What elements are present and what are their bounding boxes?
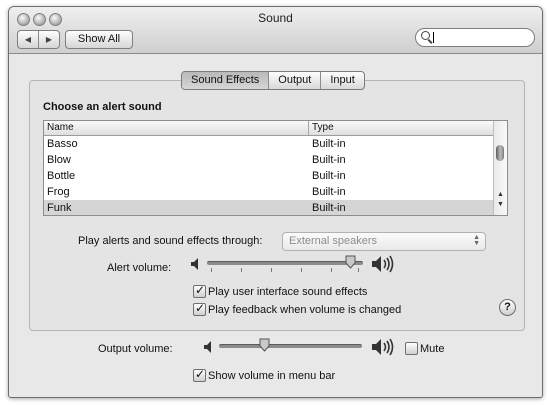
window-title: Sound: [258, 11, 293, 25]
table-row-selected[interactable]: Funk Built-in: [44, 200, 493, 215]
alert-sound-table[interactable]: Name Type Basso Built-in Blow Built-in B…: [43, 120, 508, 216]
sound-type: Built-in: [312, 186, 346, 198]
sound-type: Built-in: [312, 170, 346, 182]
feedback-checkbox[interactable]: [193, 301, 206, 316]
tab-output[interactable]: Output: [268, 72, 320, 89]
sound-name: Funk: [47, 202, 72, 214]
alert-volume-knob[interactable]: [345, 255, 356, 269]
vertical-scrollbar[interactable]: ▲ ▼: [493, 121, 507, 215]
sound-preferences-window: Sound ◀ ▶ Show All Sound Effects Output …: [8, 6, 543, 398]
scroll-up-icon[interactable]: ▲: [497, 191, 504, 199]
show-volume-menubar-checkbox[interactable]: [193, 367, 206, 382]
table-row[interactable]: Frog Built-in: [44, 184, 493, 200]
sound-name: Bottle: [47, 170, 76, 182]
back-forward-control: ◀ ▶: [17, 30, 60, 49]
play-through-popup[interactable]: External speakers ▲ ▼: [282, 232, 486, 251]
forward-button[interactable]: ▶: [39, 31, 59, 48]
back-button[interactable]: ◀: [18, 31, 39, 48]
column-header-type[interactable]: Type: [312, 122, 334, 133]
speaker-quiet-icon: [191, 258, 198, 270]
sound-name: Blow: [47, 154, 71, 166]
output-volume-knob[interactable]: [259, 338, 270, 352]
sound-type: Built-in: [312, 202, 346, 214]
tab-sound-effects[interactable]: Sound Effects: [182, 72, 269, 89]
column-divider: [308, 121, 309, 135]
left-arrow-icon: ◀: [24, 35, 32, 44]
feedback-label: Play feedback when volume is changed: [208, 304, 402, 316]
play-through-value: External speakers: [289, 235, 378, 247]
sound-type: Built-in: [312, 138, 346, 150]
speaker-loud-icon: [372, 255, 394, 273]
scroll-down-icon[interactable]: ▼: [497, 201, 504, 209]
tab-bar: Sound Effects Output Input: [181, 71, 365, 90]
speaker-loud-icon: [372, 338, 394, 356]
speaker-quiet-icon: [204, 341, 211, 353]
sound-name: Basso: [47, 138, 78, 150]
ui-sounds-checkbox[interactable]: [193, 283, 206, 298]
text-cursor: [433, 32, 434, 43]
table-row[interactable]: Bottle Built-in: [44, 168, 493, 184]
alert-sound-heading: Choose an alert sound: [43, 101, 162, 113]
right-arrow-icon: ▶: [45, 35, 53, 44]
title-bar: Sound ◀ ▶ Show All: [9, 7, 542, 54]
alert-volume-label: Alert volume:: [107, 262, 172, 274]
table-row[interactable]: Blow Built-in: [44, 152, 493, 168]
output-volume-slider[interactable]: [219, 338, 362, 356]
mute-checkbox[interactable]: [405, 342, 418, 355]
show-all-button[interactable]: Show All: [65, 30, 133, 49]
search-icon: [421, 31, 430, 40]
sound-type: Built-in: [312, 154, 346, 166]
table-row[interactable]: Basso Built-in: [44, 136, 493, 152]
updown-arrows-icon: ▲ ▼: [473, 234, 480, 247]
output-volume-label: Output volume:: [98, 343, 173, 355]
search-field[interactable]: [415, 28, 535, 47]
alert-volume-slider[interactable]: [207, 255, 363, 273]
table-header: Name Type: [44, 121, 493, 136]
show-volume-menubar-label: Show volume in menu bar: [208, 370, 336, 382]
ui-sounds-label: Play user interface sound effects: [208, 286, 368, 298]
scroll-thumb[interactable]: [496, 145, 504, 161]
play-through-label: Play alerts and sound effects through:: [78, 235, 263, 247]
sound-name: Frog: [47, 186, 70, 198]
help-button[interactable]: ?: [499, 299, 516, 316]
tab-input[interactable]: Input: [320, 72, 363, 89]
mute-label: Mute: [420, 343, 445, 355]
column-header-name[interactable]: Name: [47, 122, 74, 133]
